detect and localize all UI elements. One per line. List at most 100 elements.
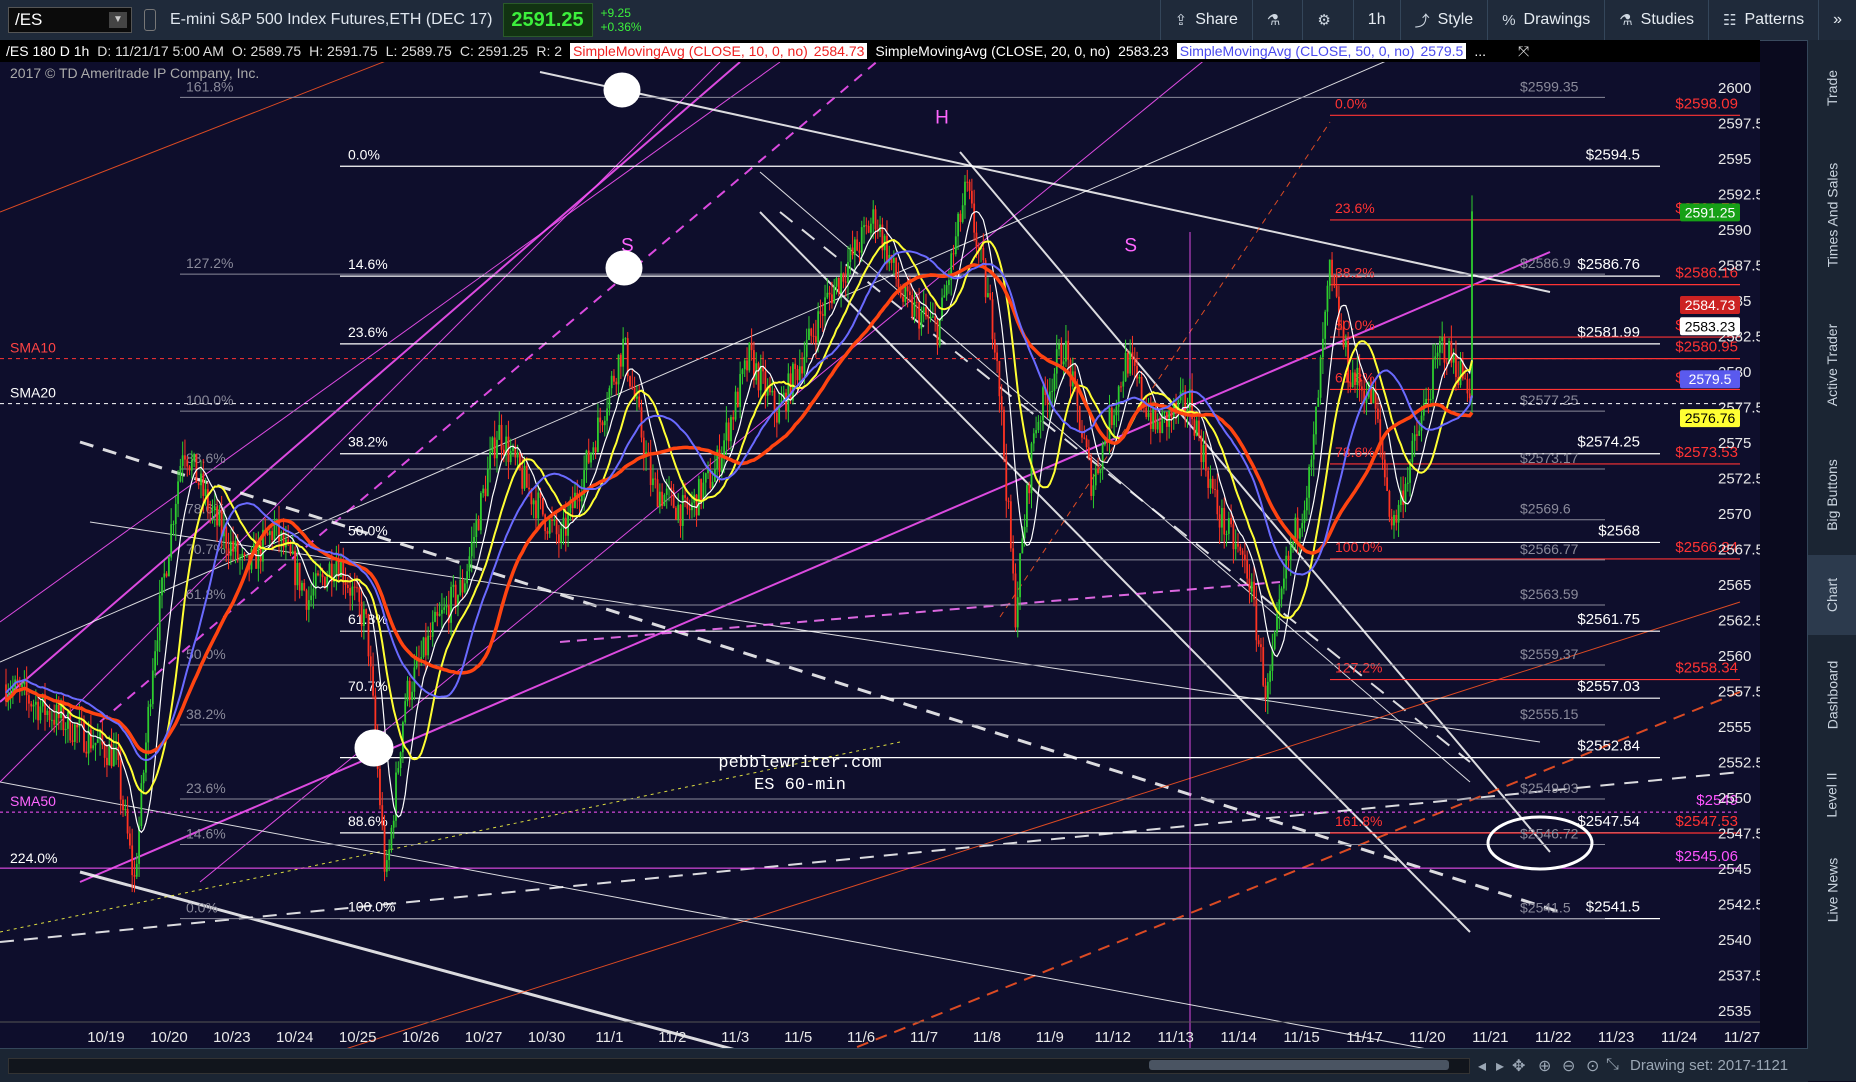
tab-active-trader[interactable]: Active Trader bbox=[1808, 295, 1856, 435]
fib-pct-label: 38.2% bbox=[186, 706, 226, 722]
pan-icon[interactable]: ✥ bbox=[1512, 1056, 1525, 1076]
candle-body bbox=[1379, 419, 1382, 442]
candle-body bbox=[404, 701, 407, 723]
price-axis-label: 2587.5 bbox=[1718, 258, 1760, 275]
candle-body bbox=[663, 494, 666, 506]
candle-body bbox=[273, 524, 276, 541]
candle-body bbox=[408, 680, 411, 700]
candle-body bbox=[789, 373, 792, 401]
candle-body bbox=[743, 360, 746, 370]
top-toolbar: /ES ▼ E-mini S&P 500 Index Futures,ETH (… bbox=[0, 0, 1856, 41]
left-level-label: 224.0% bbox=[10, 850, 57, 866]
tab-level-ii[interactable]: Level II bbox=[1808, 755, 1856, 835]
chart-scrollbar[interactable] bbox=[8, 1058, 1470, 1074]
chevron-down-icon[interactable]: ▼ bbox=[109, 12, 127, 28]
candle-body bbox=[1152, 407, 1155, 429]
candle-body bbox=[204, 489, 207, 496]
crosshair-icon[interactable]: ⤧ bbox=[1518, 43, 1529, 60]
price-axis-label: 2560 bbox=[1718, 648, 1751, 665]
patterns-button[interactable]: ☷ Patterns bbox=[1708, 0, 1818, 40]
flask-button[interactable]: ⚗ bbox=[1251, 0, 1302, 40]
price-chart[interactable]: 0.0% $2594.5 14.6% $2586.76 23.6% $2581.99 38.… bbox=[0, 0, 1764, 1082]
sma10-study[interactable]: SimpleMovingAvg (CLOSE, 10, 0, no) bbox=[570, 43, 811, 59]
candle-body bbox=[108, 744, 111, 766]
price-bubble-label: 2583.23 bbox=[1685, 318, 1736, 334]
sma50-study[interactable]: SimpleMovingAvg (CLOSE, 50, 0, no) bbox=[1176, 43, 1418, 59]
candle-body bbox=[477, 520, 480, 531]
drawings-button[interactable]: % Drawings bbox=[1487, 0, 1604, 40]
tab-live-news-label: Live News bbox=[1824, 857, 1840, 923]
candle-body bbox=[1248, 578, 1251, 592]
timeframe-label: 1h bbox=[1367, 11, 1386, 28]
price-axis-label: 2567.5 bbox=[1718, 542, 1760, 559]
candle-body bbox=[913, 301, 916, 317]
candle-body bbox=[259, 541, 262, 562]
scrollbar-thumb[interactable] bbox=[1149, 1060, 1449, 1070]
style-button[interactable]: ⤴ Style bbox=[1399, 0, 1488, 40]
candle-body bbox=[119, 760, 122, 800]
zoom-reset-icon[interactable]: ⊙ bbox=[1586, 1056, 1599, 1076]
price-bubble-label: 2584.73 bbox=[1685, 297, 1736, 313]
scroll-left-icon[interactable]: ◂ bbox=[1478, 1056, 1486, 1076]
candle-body bbox=[1427, 398, 1430, 401]
time-axis-label: 11/6 bbox=[847, 1029, 875, 1046]
candle-body bbox=[50, 719, 53, 721]
candle-body bbox=[1312, 434, 1315, 460]
chart-period[interactable]: /ES 180 D 1h bbox=[6, 43, 89, 59]
sma20-study[interactable]: SimpleMovingAvg (CLOSE, 20, 0, no) bbox=[875, 43, 1110, 59]
tab-live-news[interactable]: Live News bbox=[1808, 835, 1856, 945]
candle-body bbox=[548, 519, 551, 534]
candle-body bbox=[982, 248, 985, 261]
tab-chart[interactable]: Chart bbox=[1808, 555, 1856, 635]
drawings-icon: % bbox=[1502, 11, 1516, 29]
drawing-set-label[interactable]: Drawing set: 2017-1121 bbox=[1630, 1057, 1788, 1074]
timeframe-button[interactable]: 1h bbox=[1352, 0, 1400, 40]
zoom-out-icon[interactable]: ⊖ bbox=[1562, 1056, 1575, 1076]
marker-ellipse bbox=[605, 250, 643, 286]
studies-button[interactable]: ⚗ Studies bbox=[1604, 0, 1708, 40]
candle-body bbox=[55, 704, 58, 725]
settings-button[interactable]: ⚙ bbox=[1302, 0, 1352, 40]
candle-body bbox=[342, 560, 345, 583]
candle-body bbox=[1124, 352, 1127, 382]
tab-times-and-sales[interactable]: Times And Sales bbox=[1808, 135, 1856, 295]
tab-dashboard[interactable]: Dashboard bbox=[1808, 635, 1856, 755]
drawings-label: Drawings bbox=[1523, 11, 1591, 28]
fib-price-label: $2594.5 bbox=[1586, 146, 1640, 163]
candle-body bbox=[1358, 367, 1361, 387]
fib-pct-label: 78.6% bbox=[1335, 444, 1375, 460]
share-button[interactable]: ⇪ Share bbox=[1159, 0, 1252, 40]
magnet-icon[interactable]: ⤡ bbox=[1606, 1056, 1619, 1074]
chart-area[interactable]: 0.0% $2594.5 14.6% $2586.76 23.6% $2581.99 38.… bbox=[0, 0, 1764, 1082]
link-icon[interactable] bbox=[144, 9, 156, 31]
candle-body bbox=[301, 582, 303, 591]
candle-body bbox=[1225, 533, 1228, 535]
tab-dashboard-label: Dashboard bbox=[1824, 660, 1840, 730]
fib-pct-label: 127.2% bbox=[186, 255, 233, 271]
time-axis-label: 11/21 bbox=[1472, 1029, 1508, 1046]
more-studies[interactable]: ... bbox=[1474, 43, 1486, 59]
candle-body bbox=[227, 548, 230, 556]
candle-body bbox=[1021, 538, 1024, 554]
candle-body bbox=[303, 582, 306, 591]
candle-body bbox=[1028, 485, 1031, 494]
time-axis-label: 10/24 bbox=[276, 1029, 314, 1046]
candle-body bbox=[911, 295, 914, 317]
fib-pct-label: 23.6% bbox=[348, 324, 388, 340]
zoom-in-icon[interactable]: ⊕ bbox=[1538, 1056, 1551, 1076]
candle-body bbox=[750, 342, 753, 351]
symbol-input[interactable]: /ES ▼ bbox=[8, 7, 132, 33]
candle-body bbox=[1282, 578, 1285, 589]
tab-trade[interactable]: Trade bbox=[1808, 40, 1856, 135]
time-axis-label: 10/23 bbox=[213, 1029, 251, 1046]
candle-body bbox=[126, 808, 129, 834]
tab-trade-label: Trade bbox=[1824, 69, 1840, 106]
tab-active-trader-label: Active Trader bbox=[1824, 323, 1841, 407]
tab-big-buttons[interactable]: Big Buttons bbox=[1808, 435, 1856, 555]
scroll-right-icon[interactable]: ▸ bbox=[1496, 1056, 1504, 1076]
candle-body bbox=[1016, 597, 1019, 628]
candle-body bbox=[984, 260, 987, 298]
candle-body bbox=[67, 711, 69, 729]
candle-body bbox=[1221, 507, 1223, 528]
collapse-panel-button[interactable]: » bbox=[1818, 0, 1856, 40]
